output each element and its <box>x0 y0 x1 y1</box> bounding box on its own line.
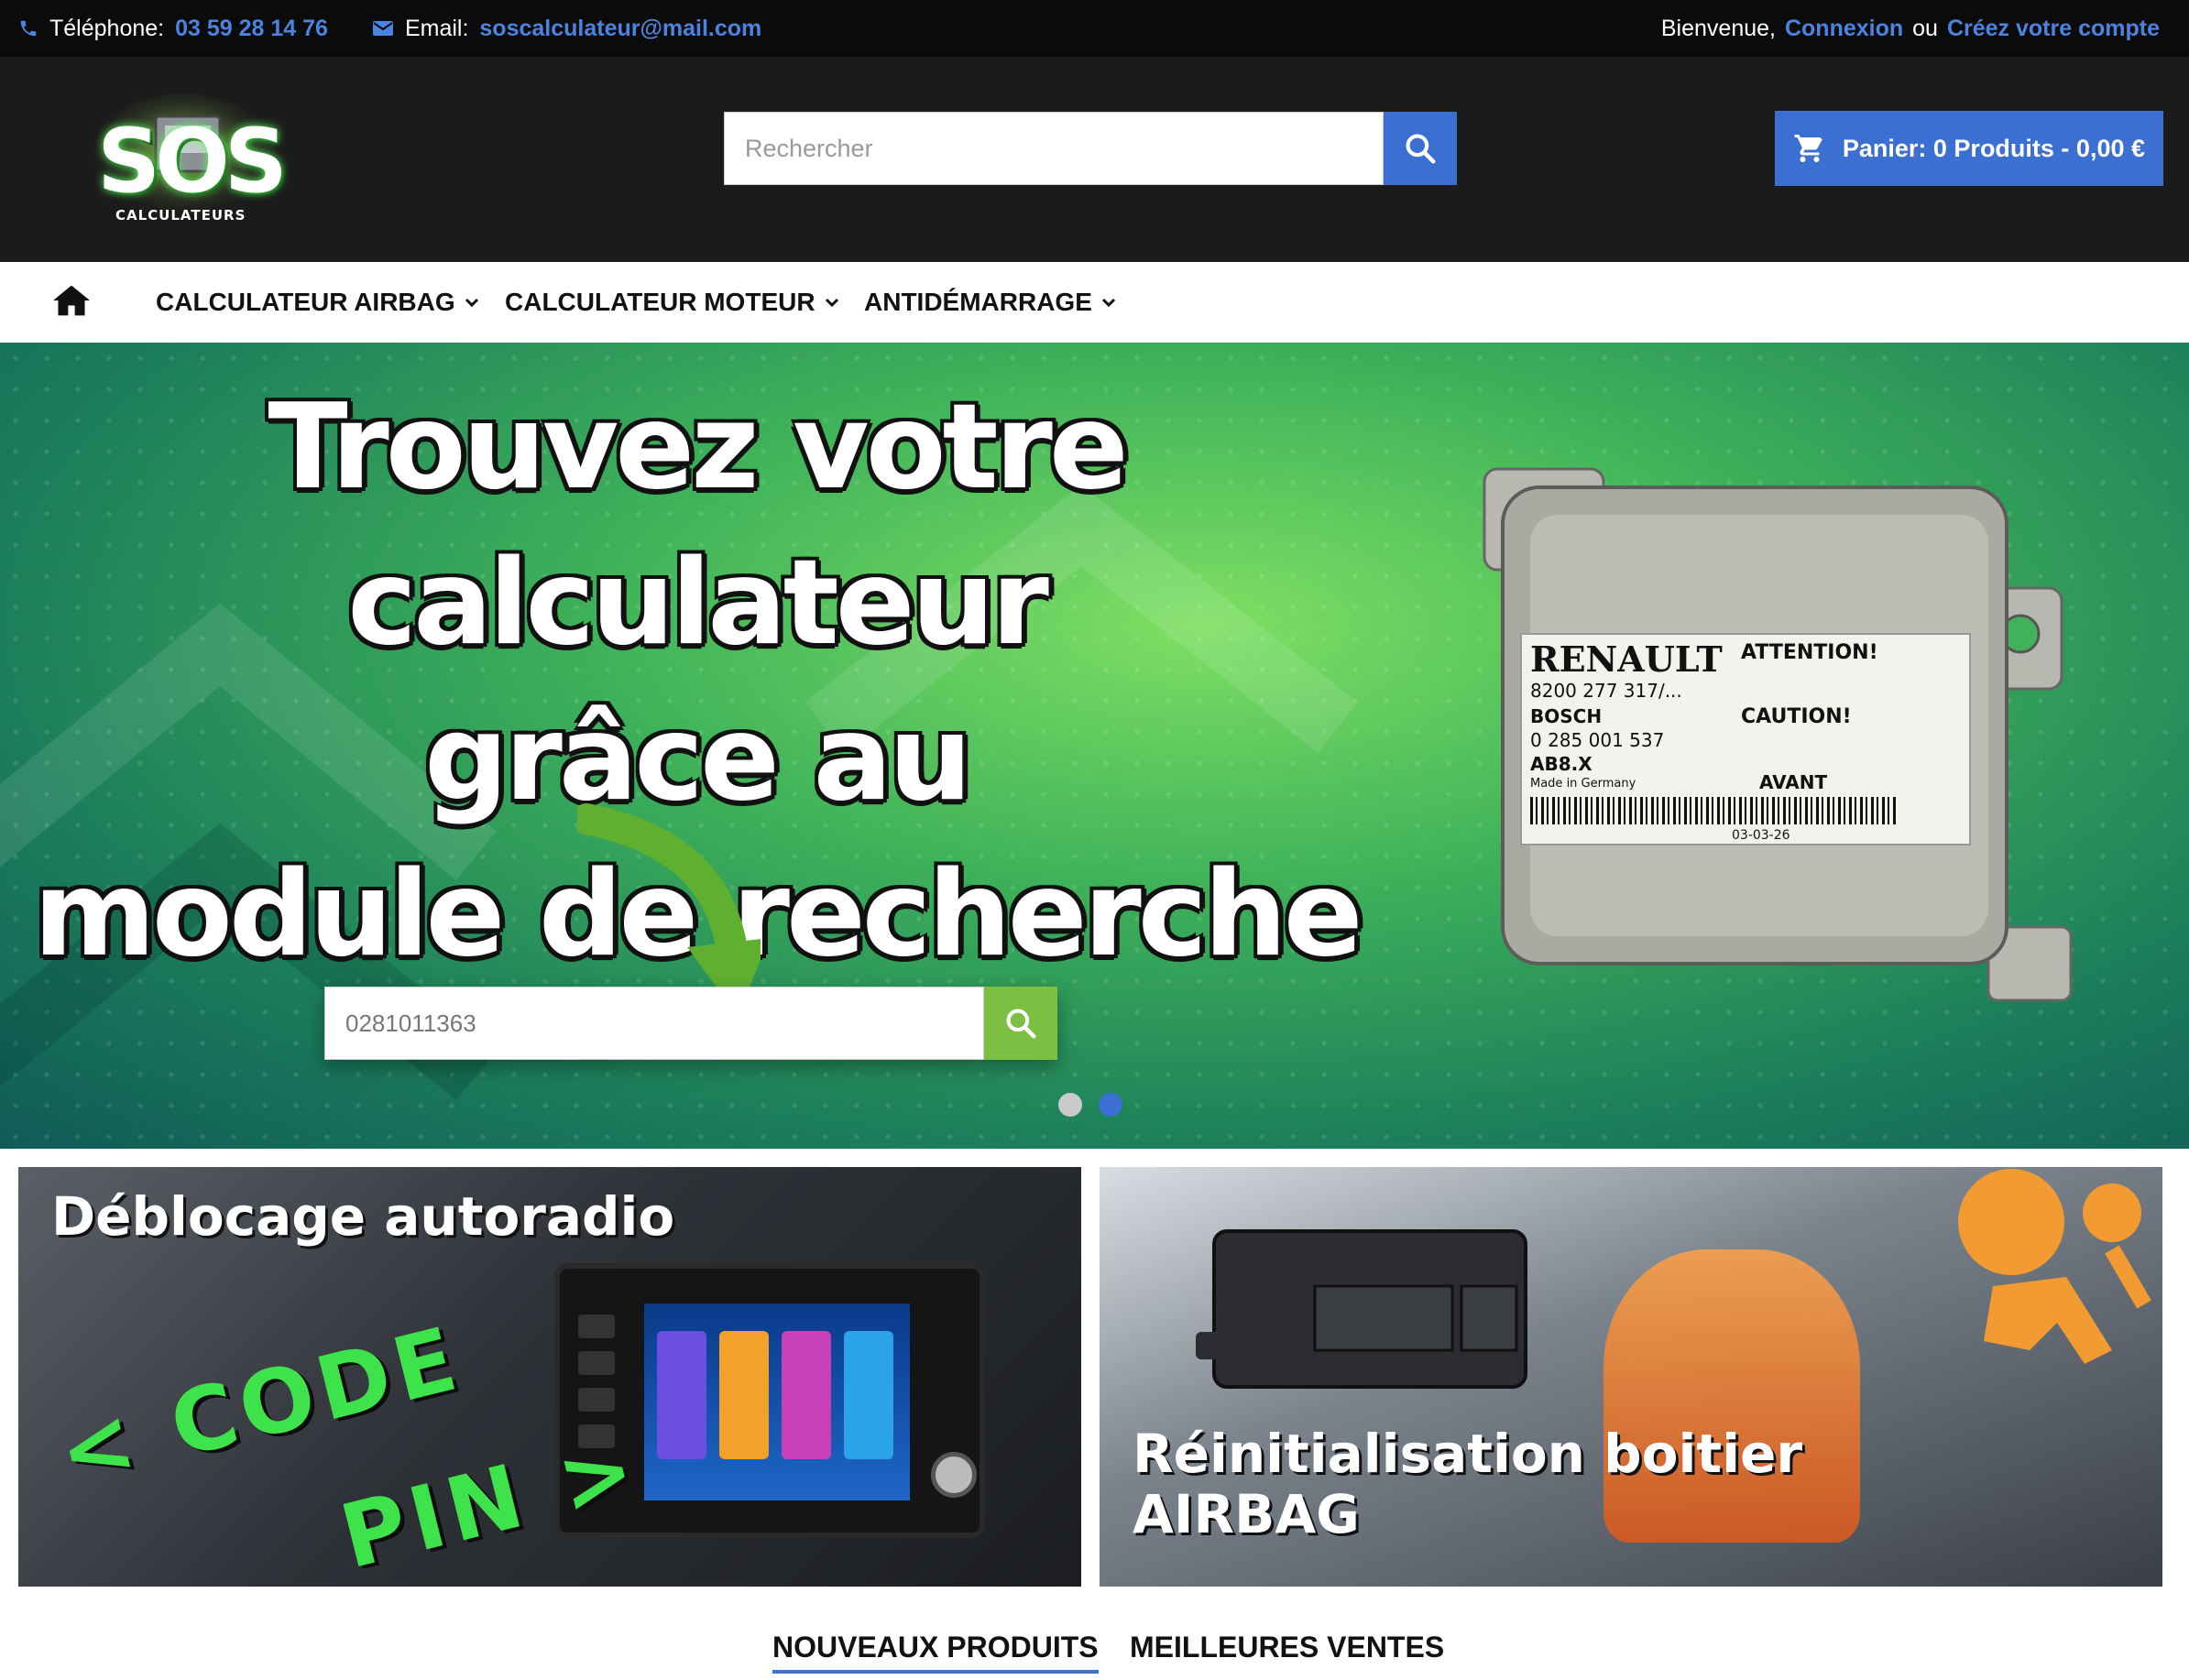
home-icon <box>53 285 90 316</box>
airbag-ecu-image: RENAULT ATTENTION! 8200 277 317/... BOSC… <box>1457 414 2080 1009</box>
airbag-module-image <box>1196 1195 1544 1414</box>
contact-info: Téléphone: 03 59 28 14 76 Email: soscalc… <box>18 0 761 57</box>
search-input[interactable] <box>724 112 1384 185</box>
banner-right-title: Réinitialisation boitier AIRBAG <box>1133 1424 1802 1544</box>
email-label: Email: <box>404 15 469 41</box>
ecu-ref-2: 0 285 001 537 <box>1530 729 1665 751</box>
ecu-brand: RENAULT <box>1530 638 1723 680</box>
or-text: ou <box>1912 15 1938 41</box>
envelope-icon <box>372 21 393 36</box>
hero-search-button <box>984 987 1057 1060</box>
ecu-barcode <box>1530 797 1897 824</box>
nav-item-calculateur-airbag[interactable]: CALCULATEUR AIRBAG <box>156 262 479 343</box>
logo-subtitle: CALCULATEURS <box>115 207 246 224</box>
site-logo[interactable]: SOS CALCULATEURS <box>92 93 288 231</box>
search-icon <box>1006 1009 1036 1039</box>
ecu-bosch: BOSCH <box>1530 705 1603 727</box>
ecu-date: 03-03-26 <box>1732 828 1790 843</box>
create-account-link[interactable]: Créez votre compte <box>1947 16 2160 42</box>
slide-dot-1[interactable] <box>1058 1093 1082 1117</box>
login-link[interactable]: Connexion <box>1785 16 1903 42</box>
ecu-caution: CAUTION! <box>1741 705 1852 728</box>
volume-knob <box>931 1452 977 1498</box>
hero-slider[interactable]: Trouvez votre calculateur grâce au modul… <box>0 343 2189 1149</box>
phone-icon <box>20 20 37 37</box>
ecu-made-in: Made in Germany <box>1530 777 1636 791</box>
email-link[interactable]: soscalculateur@mail.com <box>479 16 761 42</box>
shopping-cart-icon <box>1794 135 1822 162</box>
ecu-avant: AVANT <box>1759 771 1828 793</box>
main-navigation: CALCULATEUR AIRBAG CALCULATEUR MOTEUR AN… <box>0 262 2189 343</box>
product-tabs: NOUVEAUX PRODUITS MEILLEURES VENTES <box>0 1612 2189 1680</box>
radio-screen <box>644 1304 910 1500</box>
tab-best-sellers[interactable]: MEILLEURES VENTES <box>1130 1631 1444 1664</box>
slider-pagination <box>1058 1093 1122 1117</box>
banner-left-title: Déblocage autoradio <box>51 1185 675 1248</box>
airbag-warning-icon <box>1929 1167 2158 1442</box>
nav-item-label: ANTIDÉMARRAGE <box>864 288 1092 316</box>
hero-search-example: 0281011363 <box>324 987 984 1060</box>
banner-airbag-reset[interactable]: Réinitialisation boitier AIRBAG <box>1100 1167 2162 1587</box>
home-link[interactable] <box>51 282 92 322</box>
site-header: SOS CALCULATEURS Panier: 0 Produits - 0,… <box>0 57 2189 262</box>
chevron-down-icon <box>1101 298 1115 308</box>
top-bar: Téléphone: 03 59 28 14 76 Email: soscalc… <box>0 0 2189 57</box>
hero-search-illustration: 0281011363 <box>324 987 1057 1060</box>
ecu-ref-1: 8200 277 317/... <box>1530 680 1682 702</box>
ecu-ref-3: AB8.X <box>1530 753 1592 775</box>
account-links: Bienvenue, Connexion ou Créez votre comp… <box>1661 0 2160 57</box>
phone-label: Téléphone: <box>49 15 165 41</box>
slide-dot-2[interactable] <box>1099 1093 1122 1117</box>
banner-right-line-1: Réinitialisation boitier <box>1133 1423 1802 1485</box>
tab-new-products[interactable]: NOUVEAUX PRODUITS <box>772 1631 1099 1674</box>
banner-autoradio-unlock[interactable]: Déblocage autoradio < CODE PIN > <box>18 1167 1081 1587</box>
banner-pin-text: PIN > <box>331 1415 650 1587</box>
cart-label: Panier: 0 Produits - 0,00 € <box>1842 134 2145 162</box>
search-button[interactable] <box>1384 112 1457 185</box>
hero-line-1: Trouvez votre calculateur <box>268 379 1128 671</box>
banner-right-line-2: AIRBAG <box>1133 1483 1360 1545</box>
nav-item-antidemarrage[interactable]: ANTIDÉMARRAGE <box>864 262 1116 343</box>
nav-item-label: CALCULATEUR MOTEUR <box>505 288 815 316</box>
nav-item-calculateur-moteur[interactable]: CALCULATEUR MOTEUR <box>505 262 839 343</box>
logo-text: SOS <box>97 110 288 213</box>
chevron-down-icon <box>825 298 838 308</box>
ecu-attention: ATTENTION! <box>1741 641 1878 664</box>
cart-button[interactable]: Panier: 0 Produits - 0,00 € <box>1774 111 2163 186</box>
welcome-text: Bienvenue, <box>1660 15 1776 41</box>
search-bar <box>724 112 1457 185</box>
chevron-down-icon <box>465 298 478 308</box>
nav-item-label: CALCULATEUR AIRBAG <box>156 288 455 316</box>
search-icon <box>1406 134 1436 164</box>
phone-link[interactable]: 03 59 28 14 76 <box>175 16 328 42</box>
